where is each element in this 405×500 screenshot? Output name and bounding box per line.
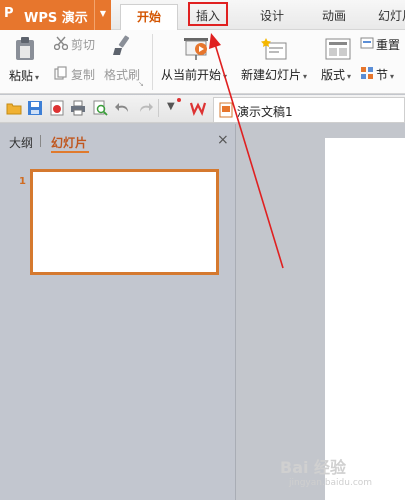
watermark-url: jingyan.baidu.com <box>289 478 373 488</box>
baidu-watermark: Bai 经验 <box>280 458 347 477</box>
slide-number: 1 <box>19 176 26 187</box>
section-button[interactable]: 节 <box>376 68 388 82</box>
customize-toolbar-icon[interactable]: ▼ <box>167 101 175 112</box>
quick-access-toolbar: ▼ 演示文稿1 <box>0 95 405 123</box>
document-tab[interactable]: 演示文稿1 <box>213 97 405 122</box>
projector-play-icon <box>184 38 208 60</box>
copy-button[interactable]: 复制 <box>71 66 95 83</box>
slide-page[interactable] <box>325 138 405 500</box>
redo-icon[interactable] <box>137 100 153 116</box>
chevron-down-icon[interactable]: ▼ <box>94 0 111 30</box>
reset-icon <box>360 37 374 49</box>
ribbon-divider <box>152 34 153 90</box>
paste-button[interactable]: 粘贴 ▾ <box>6 34 46 90</box>
chevron-down-icon: ▾ <box>223 72 228 81</box>
layout-icon <box>325 38 351 60</box>
chevron-down-icon: ▾ <box>347 72 352 81</box>
save-icon[interactable] <box>27 100 43 116</box>
dialog-launcher-icon[interactable]: ↘ <box>138 80 144 88</box>
title-bar: P WPS 演示 ▼ 开始 插入 设计 动画 幻灯片 <box>0 0 405 30</box>
paste-label: 粘贴 <box>9 69 34 83</box>
undo-icon[interactable] <box>115 100 131 116</box>
insert-highlight-box <box>188 2 228 26</box>
tab-design[interactable]: 设计 <box>252 4 292 30</box>
toolbar-divider <box>158 99 159 117</box>
app-menu-button[interactable]: P WPS 演示 ▼ <box>0 0 111 30</box>
clipboard-icon <box>16 37 34 60</box>
play-from-current-button[interactable]: 从当前开始 ▾ <box>158 32 234 90</box>
wps-home-icon[interactable] <box>190 100 206 116</box>
tab-outline[interactable]: 大纲 <box>9 134 33 151</box>
tab-home[interactable]: 开始 <box>120 4 178 30</box>
tab-slideshow[interactable]: 幻灯片 <box>372 4 405 30</box>
layout-label: 版式 <box>321 68 346 82</box>
wps-logo-icon: P <box>4 6 14 21</box>
cut-button[interactable]: 剪切 <box>71 36 95 53</box>
new-slide-icon <box>261 38 287 60</box>
chevron-down-icon: ▾ <box>35 73 40 82</box>
app-name: WPS 演示 <box>24 11 88 26</box>
layout-button[interactable]: 版式 ▾ <box>318 32 356 90</box>
from-current-label: 从当前开始 <box>161 68 222 82</box>
export-pdf-icon[interactable] <box>49 100 65 116</box>
tab-animation[interactable]: 动画 <box>314 4 354 30</box>
scissors-icon <box>54 36 68 50</box>
document-title: 演示文稿1 <box>237 105 293 119</box>
new-slide-label: 新建幻灯片 <box>241 68 302 82</box>
folder-icon[interactable] <box>6 100 22 116</box>
ribbon: 粘贴 ▾ 剪切 复制 格式刷 ↘ 从当前开始 ▾ 新建幻灯片 ▾ 版式 ▾ 重置… <box>0 30 405 94</box>
panel-tabs: 大纲 幻灯片 × <box>0 124 236 154</box>
new-slide-button[interactable]: 新建幻灯片 ▾ <box>238 32 314 90</box>
printer-icon[interactable] <box>70 100 86 116</box>
chevron-down-icon: ▾ <box>303 72 308 81</box>
notification-dot <box>177 98 181 102</box>
chevron-down-icon: ▾ <box>390 72 395 81</box>
close-icon[interactable]: × <box>217 132 229 148</box>
slides-panel: 大纲 幻灯片 × 1 <box>0 124 236 500</box>
format-painter-button[interactable]: 格式刷 <box>104 66 140 83</box>
reset-button[interactable]: 重置 <box>376 36 400 53</box>
tab-divider <box>40 135 41 147</box>
copy-icon <box>54 66 67 80</box>
print-preview-icon[interactable] <box>92 100 108 116</box>
active-tab-indicator <box>51 151 89 153</box>
editing-canvas <box>237 124 405 500</box>
section-icon <box>361 67 373 79</box>
brush-icon <box>113 35 130 55</box>
tab-slides[interactable]: 幻灯片 <box>51 134 87 151</box>
slide-thumbnail[interactable] <box>30 169 219 275</box>
presentation-file-icon <box>219 102 233 118</box>
